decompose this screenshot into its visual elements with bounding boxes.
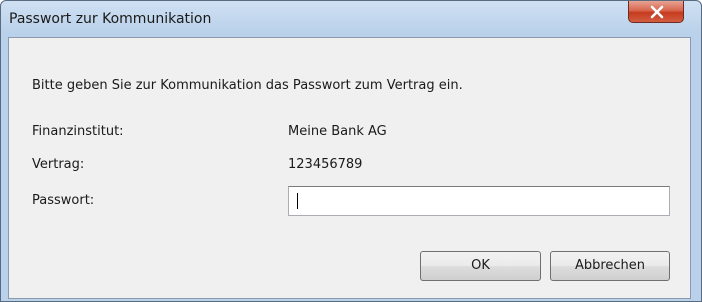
institution-value: Meine Bank AG <box>288 124 387 139</box>
dialog-window: Passwort zur Kommunikation Bitte geben S… <box>0 0 702 302</box>
window-title: Passwort zur Kommunikation <box>9 11 212 27</box>
instruction-text: Bitte geben Sie zur Kommunikation das Pa… <box>32 78 463 93</box>
institution-label: Finanzinstitut: <box>32 124 124 139</box>
close-icon <box>650 5 664 19</box>
dialog-body: Bitte geben Sie zur Kommunikation das Pa… <box>8 37 691 299</box>
contract-value: 123456789 <box>288 157 363 172</box>
ok-button[interactable]: OK <box>420 251 541 281</box>
contract-label: Vertrag: <box>32 157 85 172</box>
text-caret <box>297 193 298 209</box>
close-button[interactable] <box>628 1 684 23</box>
title-bar[interactable]: Passwort zur Kommunikation <box>1 1 701 37</box>
password-label: Passwort: <box>32 193 95 208</box>
cancel-button[interactable]: Abbrechen <box>550 251 670 281</box>
password-input[interactable] <box>288 186 670 216</box>
